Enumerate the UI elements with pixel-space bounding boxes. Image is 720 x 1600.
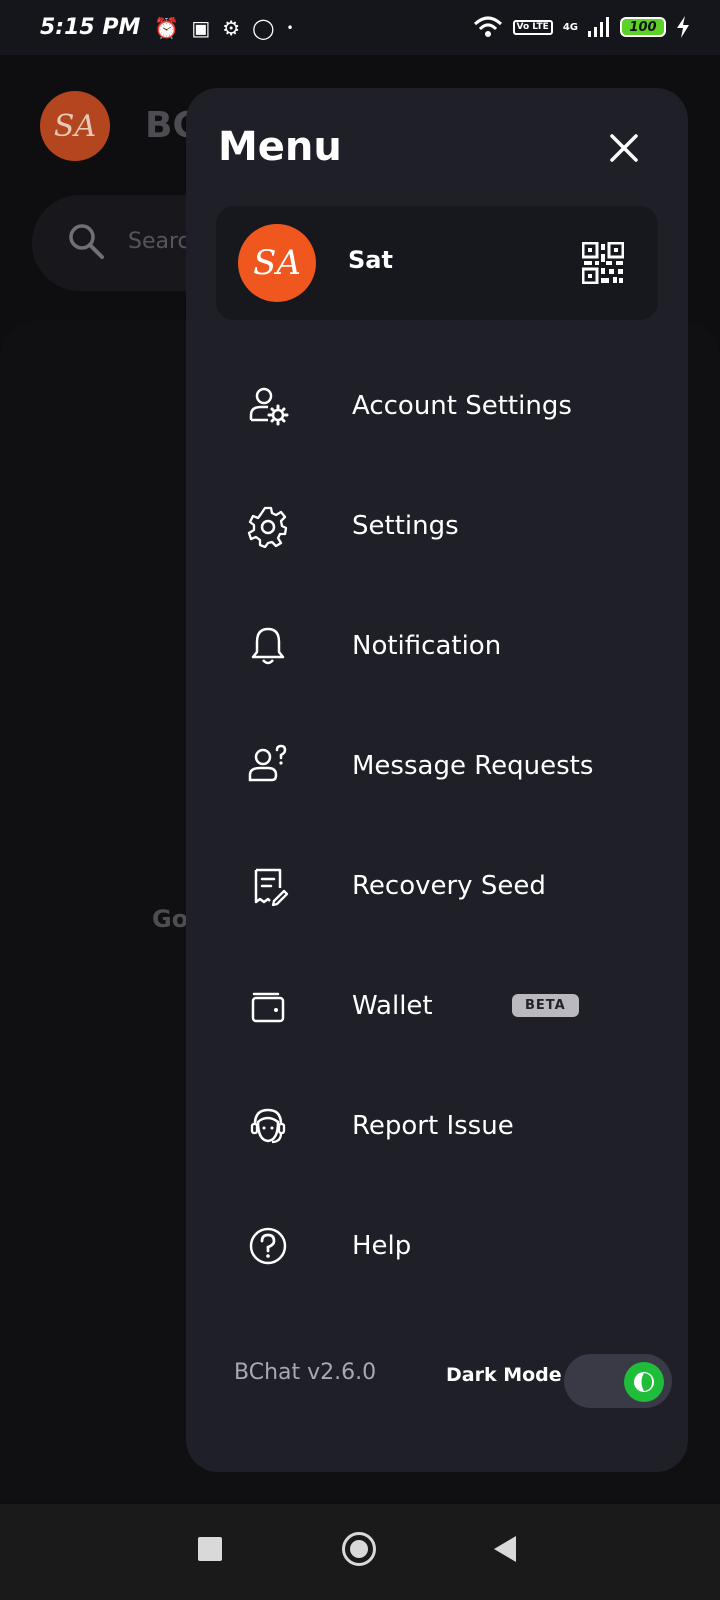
menu-item-wallet[interactable]: Wallet BETA — [246, 966, 656, 1046]
qr-code-button[interactable] — [581, 241, 625, 285]
qr-code-icon — [581, 241, 625, 285]
system-icons: Vo LTE 4G 100 — [473, 16, 691, 38]
status-bar: 5:15 PM ⏰ ▣ ⚙ ◯ • Vo LTE 4G 100 — [0, 0, 720, 55]
menu-item-label: Help — [352, 1231, 412, 1261]
menu-item-label: Account Settings — [352, 391, 572, 421]
help-icon — [246, 1224, 290, 1268]
menu-item-recovery-seed[interactable]: Recovery Seed — [246, 846, 656, 926]
recovery-seed-icon — [246, 864, 290, 908]
avatar: SA — [238, 224, 316, 302]
menu-item-label: Report Issue — [352, 1111, 514, 1141]
support-agent-icon — [246, 1104, 290, 1148]
gear-icon — [246, 504, 290, 548]
search-icon — [69, 224, 104, 259]
charging-icon — [677, 16, 689, 38]
dark-mode-toggle[interactable] — [564, 1354, 672, 1408]
status-time: 5:15 PM — [40, 15, 141, 40]
close-icon — [610, 134, 638, 162]
back-button[interactable] — [494, 1536, 516, 1562]
menu-item-label: Recovery Seed — [352, 871, 546, 901]
menu-item-account-settings[interactable]: Account Settings — [246, 366, 656, 446]
alarm-icon: ⏰ — [154, 15, 180, 40]
volte-icon: Vo LTE — [512, 19, 553, 35]
whatsapp-icon: ◯ — [252, 15, 275, 40]
dark-mode-label: Dark Mode — [446, 1364, 562, 1386]
notification-icons: ⏰ ▣ ⚙ ◯ • — [154, 16, 293, 40]
menu-item-settings[interactable]: Settings — [246, 486, 656, 566]
home-button[interactable] — [342, 1532, 376, 1566]
menu-item-message-requests[interactable]: Message Requests — [246, 726, 656, 806]
menu-panel: Menu SA Sat Account Settings Settings No… — [186, 88, 688, 1472]
gear-icon: ⚙ — [222, 15, 241, 40]
profile-card[interactable]: SA Sat — [216, 206, 658, 320]
wifi-icon — [473, 16, 502, 37]
dot-icon: • — [286, 20, 294, 35]
account-settings-icon — [246, 384, 290, 428]
menu-item-report-issue[interactable]: Report Issue — [246, 1086, 656, 1166]
signal-icon — [588, 17, 609, 37]
menu-item-label: Settings — [352, 511, 459, 541]
close-button[interactable] — [604, 128, 644, 168]
bell-icon — [246, 624, 290, 668]
app-version: BChat v2.6.0 — [234, 1360, 377, 1385]
toggle-knob — [624, 1362, 664, 1402]
network-label: 4G — [562, 21, 578, 33]
menu-item-label: Message Requests — [352, 751, 594, 781]
menu-title: Menu — [218, 124, 342, 170]
menu-item-help[interactable]: Help — [246, 1206, 656, 1286]
recents-button[interactable] — [198, 1537, 222, 1561]
wallet-icon — [246, 984, 290, 1028]
menu-item-label: Notification — [352, 631, 502, 661]
background-avatar: SA — [40, 91, 110, 161]
navigation-bar — [0, 1504, 720, 1600]
background-search-placeholder: Searc — [128, 229, 190, 254]
profile-name: Sat — [348, 246, 393, 274]
menu-item-notification[interactable]: Notification — [246, 606, 656, 686]
message-icon: ▣ — [191, 15, 211, 40]
menu-item-label: Wallet — [352, 991, 433, 1021]
moon-icon — [634, 1372, 654, 1392]
message-request-icon — [246, 744, 290, 788]
battery-icon: 100 — [620, 17, 666, 37]
beta-badge: BETA — [512, 994, 579, 1017]
background-partial-text: Go — [152, 905, 189, 933]
